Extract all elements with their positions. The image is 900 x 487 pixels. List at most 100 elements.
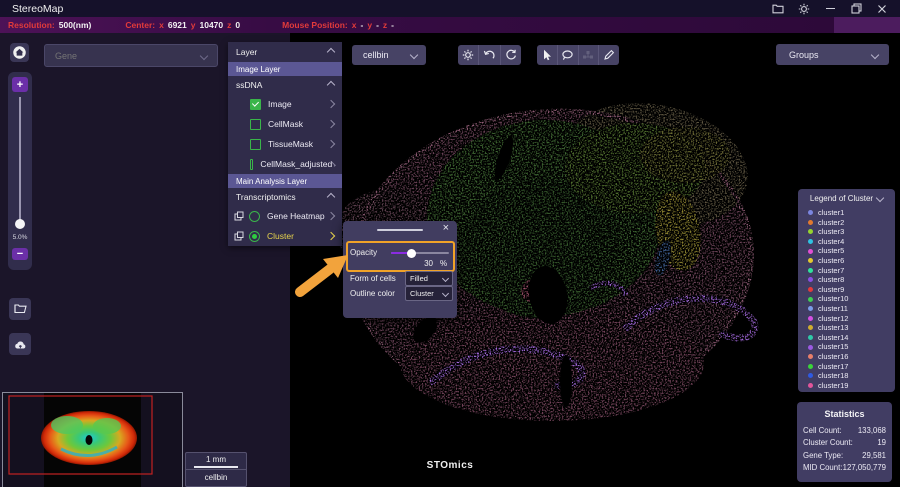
- settings-button[interactable]: [794, 1, 814, 16]
- form-of-cells-select[interactable]: Filled: [405, 271, 453, 286]
- minimap[interactable]: [2, 392, 183, 487]
- cluster-color-dot: [808, 287, 813, 292]
- zoom-slider-track[interactable]: [19, 97, 21, 223]
- layer-panel-header[interactable]: Layer: [228, 42, 342, 62]
- outline-color-value: Cluster: [410, 289, 434, 298]
- chevron-right-icon[interactable]: [327, 232, 335, 240]
- checkbox-unchecked-icon[interactable]: [250, 139, 261, 150]
- chevron-right-icon[interactable]: [327, 212, 335, 220]
- legend-item[interactable]: cluster19: [808, 381, 895, 391]
- bin-type-value: cellbin: [363, 50, 389, 60]
- mouse-position-label: Mouse Position:: [282, 20, 348, 30]
- legend-header[interactable]: Legend of Cluster: [798, 189, 895, 207]
- layer-item-cellmask[interactable]: CellMask: [228, 114, 342, 134]
- legend-item[interactable]: cluster15: [808, 342, 895, 352]
- minimize-button[interactable]: [820, 1, 840, 16]
- legend-item[interactable]: cluster1: [808, 208, 895, 218]
- info-bar-right-segment: [834, 17, 900, 33]
- restore-button[interactable]: [846, 1, 866, 16]
- outline-color-select[interactable]: Cluster: [405, 286, 453, 301]
- zoom-in-button[interactable]: +: [12, 77, 28, 92]
- layer-item-gene-heatmap[interactable]: Gene Heatmap: [228, 206, 342, 226]
- gene-search-input[interactable]: [45, 51, 201, 61]
- transcriptomics-group-header[interactable]: Transcriptomics: [228, 188, 342, 206]
- cluster-label: cluster8: [818, 275, 844, 285]
- home-button[interactable]: [10, 43, 29, 62]
- checkbox-checked-icon[interactable]: [250, 99, 261, 110]
- layer-item-image[interactable]: Image: [228, 94, 342, 114]
- chevron-right-icon[interactable]: [327, 100, 335, 108]
- zoom-out-button[interactable]: −: [12, 248, 28, 260]
- chevron-up-icon[interactable]: [327, 193, 335, 201]
- chevron-down-icon[interactable]: [200, 51, 208, 59]
- opacity-unit: %: [440, 259, 447, 268]
- legend-item[interactable]: cluster9: [808, 285, 895, 295]
- refresh-button[interactable]: [501, 45, 521, 65]
- scale-line: [194, 466, 238, 467]
- legend-item[interactable]: cluster3: [808, 227, 895, 237]
- radio-selected-icon[interactable]: [249, 231, 260, 242]
- legend-item[interactable]: cluster18: [808, 371, 895, 381]
- zoom-slider-thumb[interactable]: [15, 219, 25, 229]
- legend-item[interactable]: cluster11: [808, 304, 895, 314]
- layer-item-cellmask-adjusted[interactable]: CellMask_adjusted: [228, 154, 342, 174]
- legend-item[interactable]: cluster5: [808, 246, 895, 256]
- radio-unselected-icon[interactable]: [249, 211, 260, 222]
- display-settings-button[interactable]: [458, 45, 479, 65]
- groups-dropdown[interactable]: Groups: [776, 44, 889, 65]
- legend-item[interactable]: cluster7: [808, 266, 895, 276]
- open-project-button[interactable]: [9, 298, 31, 320]
- open-file-button[interactable]: [768, 1, 788, 16]
- chevron-right-icon[interactable]: [327, 140, 335, 148]
- chevron-down-icon[interactable]: [442, 290, 449, 297]
- legend-item[interactable]: cluster4: [808, 237, 895, 247]
- minimize-icon: [826, 8, 835, 9]
- legend-item[interactable]: cluster16: [808, 352, 895, 362]
- ssdna-group-header[interactable]: ssDNA: [228, 76, 342, 94]
- cluster-label: cluster6: [818, 256, 844, 266]
- chevron-up-icon[interactable]: [327, 48, 335, 56]
- legend-item[interactable]: cluster13: [808, 323, 895, 333]
- center-x-value: 6921: [168, 20, 187, 30]
- legend-item[interactable]: cluster10: [808, 294, 895, 304]
- scale-bar: 1 mm: [186, 453, 246, 470]
- checkbox-unchecked-icon[interactable]: [250, 159, 253, 170]
- cluster-color-dot: [808, 277, 813, 282]
- opacity-slider-thumb[interactable]: [407, 249, 416, 258]
- lasso-tool-button[interactable]: [558, 45, 579, 65]
- legend-item[interactable]: cluster14: [808, 333, 895, 343]
- popup-drag-handle[interactable]: [377, 229, 423, 231]
- legend-item[interactable]: cluster2: [808, 218, 895, 228]
- gear-icon: [462, 49, 474, 61]
- cluster-label: cluster19: [818, 381, 848, 391]
- cluster-color-dot: [808, 239, 813, 244]
- merge-cells-icon: [582, 49, 594, 61]
- legend-item[interactable]: cluster8: [808, 275, 895, 285]
- bin-type-dropdown[interactable]: cellbin: [352, 45, 426, 65]
- layer-item-tissuemask[interactable]: TissueMask: [228, 134, 342, 154]
- cloud-upload-icon: [14, 339, 27, 350]
- legend-item[interactable]: cluster17: [808, 362, 895, 372]
- layer-item-cluster[interactable]: Cluster: [228, 226, 342, 246]
- pointer-tool-button[interactable]: [537, 45, 558, 65]
- chevron-down-icon[interactable]: [871, 50, 879, 58]
- cluster-settings-popup: × Opacity 30 % Form of cells Filled Outl…: [343, 221, 457, 318]
- gene-search-box[interactable]: [44, 44, 218, 67]
- selection-tool-group: [537, 45, 619, 65]
- popup-close-button[interactable]: ×: [443, 222, 449, 234]
- statistic-row: MID Count: 127,050,779: [803, 462, 886, 475]
- cloud-upload-button[interactable]: [9, 333, 31, 355]
- chevron-down-icon[interactable]: [876, 194, 884, 202]
- undo-button[interactable]: [479, 45, 500, 65]
- legend-item[interactable]: cluster6: [808, 256, 895, 266]
- pencil-tool-button[interactable]: [599, 45, 619, 65]
- chevron-down-icon[interactable]: [442, 275, 449, 282]
- close-button[interactable]: [872, 1, 892, 16]
- chevron-up-icon[interactable]: [327, 81, 335, 89]
- chevron-down-icon[interactable]: [410, 51, 418, 59]
- checkbox-unchecked-icon[interactable]: [250, 119, 261, 130]
- chevron-right-icon[interactable]: [327, 120, 335, 128]
- cluster-color-dot: [808, 268, 813, 273]
- cluster-label: cluster14: [818, 333, 848, 343]
- legend-item[interactable]: cluster12: [808, 314, 895, 324]
